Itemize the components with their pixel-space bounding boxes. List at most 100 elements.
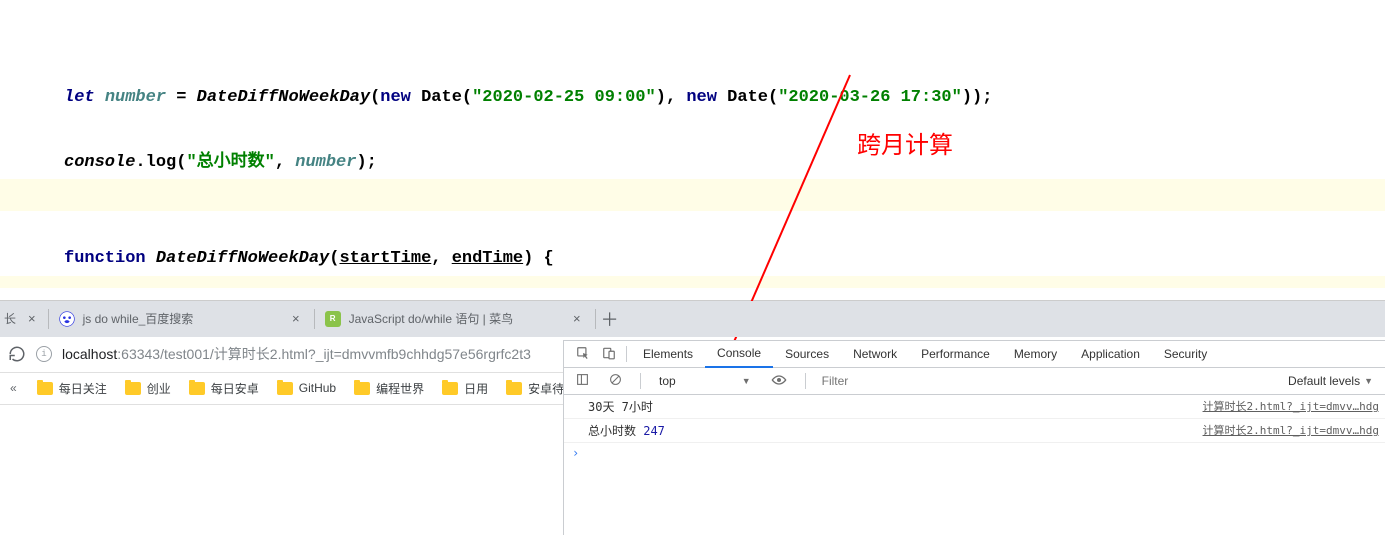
close-icon[interactable]: × <box>24 311 40 326</box>
tab-application[interactable]: Application <box>1069 341 1152 368</box>
console-obj: console <box>64 153 135 172</box>
string-literal: "总小时数" <box>186 153 274 172</box>
code-line: let number = DateDiffNoWeekDay(new Date(… <box>0 0 1385 115</box>
bookmark-label: 每日关注 <box>59 380 107 397</box>
new-tab-button[interactable]: ＋ <box>596 305 624 333</box>
bookmark-label: 编程世界 <box>376 380 424 397</box>
tab-performance[interactable]: Performance <box>909 341 1002 368</box>
live-expression-icon[interactable] <box>765 374 793 389</box>
log-message: 30天 7小时 <box>588 398 1203 415</box>
folder-icon <box>277 382 293 395</box>
inspect-element-icon[interactable] <box>570 346 596 363</box>
chevron-down-icon: ▼ <box>742 376 751 386</box>
url-text: localhost:63343/test001/计算时长2.html?_ijt=… <box>62 344 531 364</box>
console-log-area[interactable]: 30天 7小时 计算时长2.html?_ijt=dmvv…hdg 总小时数 24… <box>564 395 1385 535</box>
tab-console[interactable]: Console <box>705 341 773 368</box>
var-ref: number <box>295 153 356 172</box>
tab-network[interactable]: Network <box>841 341 909 368</box>
date-ctor: Date <box>421 88 462 107</box>
log-method: log <box>146 153 177 172</box>
tab-security[interactable]: Security <box>1152 341 1219 368</box>
filter-input[interactable] <box>818 372 1274 390</box>
space <box>146 249 156 268</box>
bookmark-label: 创业 <box>147 380 171 397</box>
fn-call: DateDiffNoWeekDay <box>197 88 370 107</box>
tab-strip: 长 × js do while_百度搜索 × R JavaScript do/w… <box>0 301 1385 337</box>
bookmark-folder[interactable]: 每日关注 <box>37 380 107 397</box>
folder-icon <box>125 382 141 395</box>
execution-context-dropdown[interactable]: top ▼ <box>653 374 757 388</box>
folder-icon <box>442 382 458 395</box>
paren: ( <box>370 88 380 107</box>
fn-name: DateDiffNoWeekDay <box>156 249 329 268</box>
log-message: 总小时数 247 <box>588 422 1203 439</box>
line-end: ); <box>356 153 376 172</box>
favicon-runoob: R <box>325 311 341 327</box>
bookmark-folder[interactable]: 编程世界 <box>354 380 424 397</box>
log-row[interactable]: 总小时数 247 计算时长2.html?_ijt=dmvv…hdg <box>564 419 1385 443</box>
levels-label: Default levels <box>1288 374 1360 388</box>
param-starttime: startTime <box>339 249 431 268</box>
paren: ) <box>656 88 666 107</box>
date-ctor: Date <box>727 88 768 107</box>
log-source-link[interactable]: 计算时长2.html?_ijt=dmvv…hdg <box>1203 422 1385 439</box>
log-source-link[interactable]: 计算时长2.html?_ijt=dmvv…hdg <box>1203 398 1385 415</box>
highlighted-line <box>0 179 1385 211</box>
comma: , <box>275 153 295 172</box>
paren: ( <box>176 153 186 172</box>
separator <box>640 373 641 389</box>
space <box>411 88 421 107</box>
bookmark-overflow-left-icon[interactable]: « <box>10 381 19 395</box>
log-number: 247 <box>643 424 665 438</box>
tab-title-fragment: 长 <box>4 310 16 327</box>
console-sidebar-toggle-icon[interactable] <box>570 373 595 389</box>
devtools-panel: Elements Console Sources Network Perform… <box>563 340 1385 535</box>
info-icon[interactable]: i <box>36 346 52 362</box>
line-end: ) { <box>523 249 554 268</box>
bookmark-folder[interactable]: 每日安卓 <box>189 380 259 397</box>
reload-button[interactable] <box>8 345 26 363</box>
tab-title: js do while_百度搜索 <box>83 310 194 327</box>
console-input-prompt[interactable]: › <box>564 443 1385 463</box>
tab-memory[interactable]: Memory <box>1002 341 1069 368</box>
string-literal: "2020-02-25 09:00" <box>472 88 656 107</box>
code-line: function DateDiffNoWeekDay(startTime, en… <box>0 211 1385 276</box>
paren: ( <box>462 88 472 107</box>
bookmark-folder[interactable]: GitHub <box>277 381 336 395</box>
separator <box>626 346 627 362</box>
folder-icon <box>189 382 205 395</box>
close-icon[interactable]: × <box>288 311 304 326</box>
bookmark-folder[interactable]: 日用 <box>442 380 488 397</box>
bookmark-label: 日用 <box>464 380 488 397</box>
param-endtime: endTime <box>452 249 523 268</box>
bookmark-folder[interactable]: 创业 <box>125 380 171 397</box>
folder-icon <box>37 382 53 395</box>
url-path: :63343/test001/计算时长2.html?_ijt=dmvvmfb9c… <box>117 346 531 362</box>
bookmark-label: GitHub <box>299 381 336 395</box>
device-toolbar-icon[interactable] <box>596 346 622 363</box>
keyword-new: new <box>380 88 411 107</box>
equals: = <box>166 88 197 107</box>
clear-console-icon[interactable] <box>603 373 628 389</box>
highlighted-line <box>0 276 1385 288</box>
paren: ) <box>962 88 972 107</box>
bookmark-label: 每日安卓 <box>211 380 259 397</box>
paren: ( <box>329 249 339 268</box>
var-number: number <box>105 88 166 107</box>
line-end: ); <box>972 88 992 107</box>
code-line: console.log("总小时数", number); <box>0 115 1385 180</box>
log-levels-dropdown[interactable]: Default levels ▼ <box>1282 374 1379 388</box>
browser-tab-baidu[interactable]: js do while_百度搜索 × <box>49 302 314 336</box>
devtools-tabs: Elements Console Sources Network Perform… <box>564 341 1385 368</box>
close-icon[interactable]: × <box>569 311 585 326</box>
tab-elements[interactable]: Elements <box>631 341 705 368</box>
browser-tab-runoob[interactable]: R JavaScript do/while 语句 | 菜鸟 × <box>315 302 595 336</box>
string-literal: "2020-03-26 17:30" <box>778 88 962 107</box>
keyword-new: new <box>686 88 717 107</box>
browser-tab-partial[interactable]: 长 × <box>4 302 48 336</box>
comma: , <box>666 88 686 107</box>
context-label: top <box>659 374 676 388</box>
space <box>717 88 727 107</box>
log-row[interactable]: 30天 7小时 计算时长2.html?_ijt=dmvv…hdg <box>564 395 1385 419</box>
tab-sources[interactable]: Sources <box>773 341 841 368</box>
